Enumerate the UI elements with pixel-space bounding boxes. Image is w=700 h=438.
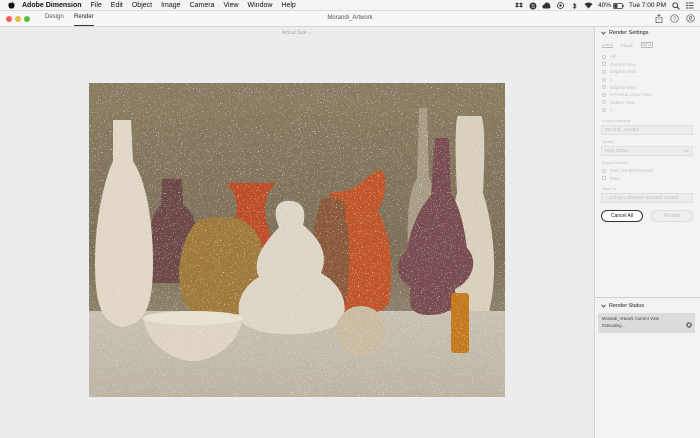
quality-dropdown[interactable]: High (Slow) — [601, 145, 693, 156]
cancel-job-icon[interactable] — [686, 315, 692, 328]
battery-percent: 40% — [598, 2, 612, 9]
checkbox-icon — [602, 62, 606, 67]
spotlight-icon[interactable] — [671, 1, 680, 10]
section-divider — [595, 297, 700, 298]
creative-cloud-icon[interactable] — [542, 2, 551, 9]
export-format-label: Export Format — [602, 159, 628, 165]
apple-icon[interactable] — [7, 1, 15, 9]
still-life-render — [89, 83, 505, 397]
menu-view[interactable]: View — [223, 2, 238, 9]
wifi-icon[interactable] — [584, 2, 593, 9]
bluetooth-icon[interactable] — [570, 2, 579, 9]
cancel-all-button[interactable]: Cancel All — [601, 209, 643, 222]
quality-label: Quality — [602, 138, 615, 144]
export-filename-field[interactable]: Morandi_Artwork — [601, 124, 693, 135]
chevron-down-icon — [600, 303, 606, 309]
format-option-psd[interactable]: PSD (16 Bit/Channel) — [602, 167, 700, 175]
menu-camera[interactable]: Camera — [190, 2, 215, 9]
document-title: Morandi_Artwork — [327, 15, 373, 21]
save-to-field[interactable]: ...ns/Port Lif/Design Morandi Tutorial — [601, 192, 693, 203]
view-option[interactable]: Current View — [602, 61, 700, 69]
menu-edit[interactable]: Edit — [111, 2, 123, 9]
render-button[interactable]: Render — [651, 209, 693, 222]
view-option[interactable]: Original View — [602, 83, 700, 91]
beta-badge: BETA — [640, 42, 654, 48]
view-size-dropdown[interactable]: Actual Size ⌄ — [0, 30, 594, 36]
render-canvas[interactable]: Actual Size ⌄ — [0, 27, 594, 438]
share-icon[interactable] — [654, 14, 663, 23]
radio-icon — [602, 69, 606, 74]
view-options: All Current View Original View 1 Origina… — [602, 53, 700, 114]
view-option[interactable]: 1 — [602, 106, 700, 114]
chevron-down-icon — [600, 30, 606, 36]
menu-app-name[interactable]: Adobe Dimension — [22, 2, 82, 9]
tab-cloud[interactable]: Cloud — [621, 43, 633, 48]
format-option-png[interactable]: PNG — [602, 174, 700, 182]
menu-bar: Adobe Dimension File Edit Object Image C… — [0, 0, 700, 11]
render-actions: Cancel All Render — [601, 209, 700, 222]
help-icon[interactable]: ? — [670, 14, 679, 23]
right-panel: Render Settings Local Cloud BETA All Cur… — [594, 27, 700, 438]
title-bar: Design Render Morandi_Artwork ? — [0, 11, 700, 27]
tab-local[interactable]: Local — [602, 42, 613, 48]
format-options: PSD (16 Bit/Channel) PNG — [602, 167, 700, 182]
circle-status-icon[interactable] — [556, 2, 565, 9]
view-option[interactable]: Hidden View — [602, 99, 700, 107]
radio-icon — [602, 107, 606, 112]
skype-icon[interactable]: S — [528, 2, 537, 9]
menu-window[interactable]: Window — [248, 2, 273, 9]
svg-text:?: ? — [673, 16, 676, 22]
render-location-tabs: Local Cloud BETA — [602, 42, 700, 48]
battery-icon[interactable]: 40% — [598, 2, 624, 9]
menu-help[interactable]: Help — [281, 2, 295, 9]
render-settings-header[interactable]: Render Settings — [595, 28, 700, 38]
radio-icon — [602, 100, 606, 105]
chevron-down-icon — [684, 149, 689, 154]
view-option[interactable]: 1 — [602, 76, 700, 84]
render-status-section: Render Status Morandi_Artwork Current Vi… — [595, 301, 700, 333]
render-job-card: Morandi_Artwork Current View Estimating.… — [598, 313, 695, 333]
profile-icon[interactable] — [686, 14, 695, 23]
radio-icon — [602, 54, 606, 59]
menu-file[interactable]: File — [91, 2, 102, 9]
export-filename-label: Export Filename — [602, 117, 632, 123]
render-status-header[interactable]: Render Status — [595, 301, 700, 311]
checkbox-icon — [602, 176, 606, 181]
view-option[interactable]: Original View — [602, 68, 700, 76]
view-option[interactable]: All — [602, 53, 700, 61]
render-job-state: Estimating... — [602, 323, 626, 328]
dropbox-icon[interactable] — [514, 2, 523, 9]
save-to-label: Save To — [602, 185, 617, 191]
render-settings-title: Render Settings — [609, 30, 649, 36]
notification-center-icon[interactable] — [685, 2, 694, 9]
menu-image[interactable]: Image — [161, 2, 180, 9]
radio-icon — [602, 92, 606, 97]
radio-icon — [602, 168, 606, 173]
menu-object[interactable]: Object — [132, 2, 152, 9]
menu-extras: S 40% Tue 7:00 PM — [514, 0, 694, 11]
radio-icon — [602, 85, 606, 90]
menubar-clock[interactable]: Tue 7:00 PM — [629, 2, 666, 9]
render-preview-image — [89, 83, 505, 397]
radio-icon — [602, 77, 606, 82]
render-job-name: Morandi_Artwork Current View — [602, 316, 659, 321]
view-option[interactable]: 3-Frontal Close View — [602, 91, 700, 99]
render-status-title: Render Status — [609, 303, 645, 309]
